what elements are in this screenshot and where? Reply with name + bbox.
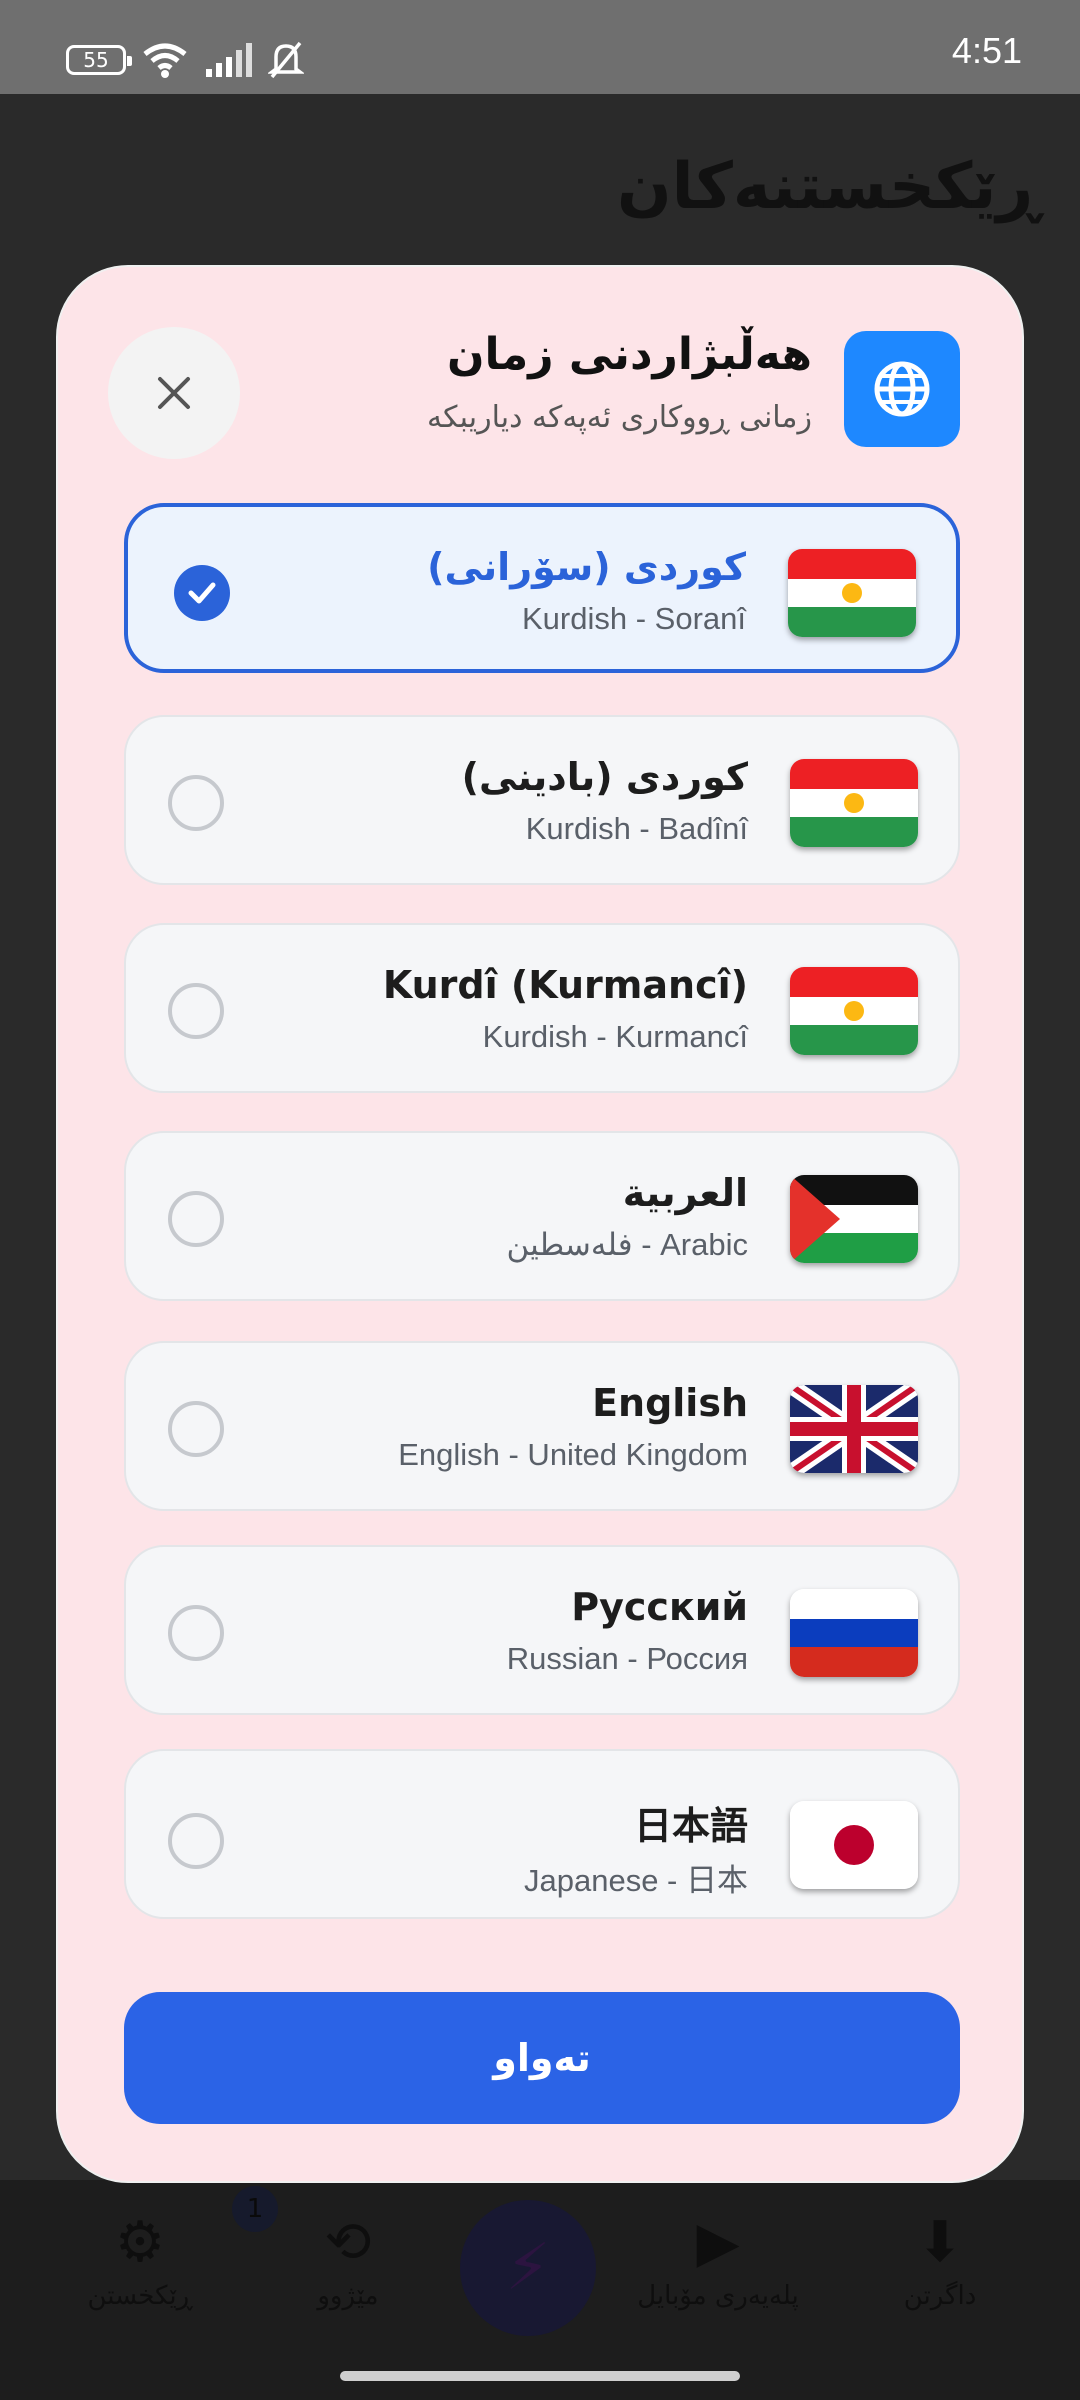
nav-item-history[interactable]: ⟲ مێژوو xyxy=(258,2210,438,2311)
radio-button[interactable] xyxy=(168,983,224,1039)
nav-history-label: مێژوو xyxy=(317,2281,379,2311)
status-icons: 55 xyxy=(66,36,304,84)
gear-icon: ⚙ xyxy=(114,2210,166,2275)
radio-button[interactable] xyxy=(168,775,224,831)
dialog-subtitle: زمانی ڕووکاری ئەپەکە دیاریبکە xyxy=(427,400,812,435)
wifi-icon xyxy=(143,43,187,78)
kurdistan-flag-icon xyxy=(788,549,916,637)
home-indicator[interactable] xyxy=(340,2371,740,2381)
status-bar: 55 4:51 xyxy=(0,0,1080,94)
palestine-flag-icon xyxy=(790,1175,918,1263)
japan-flag-icon xyxy=(790,1801,918,1889)
dialog-title: هەڵبژاردنی زمان xyxy=(446,329,812,380)
language-subtitle: فلەسطین - Arabic xyxy=(506,1227,748,1262)
language-option-sorani[interactable]: كوردی (سۆرانی) Kurdish - Soranî xyxy=(124,503,960,673)
close-button[interactable] xyxy=(108,327,240,459)
battery-icon: 55 xyxy=(66,45,132,75)
status-time: 4:51 xyxy=(951,30,1022,71)
selected-check-icon xyxy=(174,565,230,621)
nav-settings-label: ڕێکخستن xyxy=(87,2281,193,2311)
language-name: 日本語 xyxy=(633,1804,748,1848)
close-icon xyxy=(158,377,190,409)
globe-icon xyxy=(874,361,930,417)
uk-flag-icon xyxy=(790,1385,918,1473)
nav-playlist-label: پلەیەری مۆبایل xyxy=(637,2281,799,2311)
language-subtitle: Japanese - 日本 xyxy=(524,1863,748,1898)
nav-center-bolt-button[interactable]: ⚡ xyxy=(460,2200,596,2336)
globe-badge xyxy=(844,331,960,447)
language-subtitle: Russian - Россия xyxy=(506,1641,748,1676)
download-icon: ⬇ xyxy=(916,2210,964,2275)
radio-button[interactable] xyxy=(168,1191,224,1247)
kurdistan-flag-icon xyxy=(790,759,918,847)
language-option-japanese[interactable]: 日本語 Japanese - 日本 xyxy=(124,1749,960,1919)
russia-flag-icon xyxy=(790,1589,918,1677)
radio-button[interactable] xyxy=(168,1813,224,1869)
playlist-icon: ▶ xyxy=(696,2210,740,2275)
nav-item-playlist[interactable]: ▶ پلەیەری مۆبایل xyxy=(628,2210,808,2311)
language-name: Русский xyxy=(571,1585,748,1629)
language-name: English xyxy=(592,1381,748,1425)
radio-button[interactable] xyxy=(168,1605,224,1661)
language-dialog: هەڵبژاردنی زمان زمانی ڕووکاری ئەپەکە دیا… xyxy=(56,265,1024,2183)
language-name: العربية xyxy=(622,1171,748,1215)
language-list[interactable]: كوردی (سۆرانی) Kurdish - Soranî كوردی (ب… xyxy=(124,503,960,1931)
language-name: كوردی (سۆرانی) xyxy=(427,545,746,589)
language-subtitle: English - United Kingdom xyxy=(398,1437,748,1472)
language-name: كوردی (بادینی) xyxy=(461,755,748,799)
nav-download-label: داگرتن xyxy=(903,2281,977,2311)
nav-item-settings[interactable]: ⚙ ڕێکخستن xyxy=(50,2210,230,2311)
done-button[interactable]: تەواو xyxy=(124,1992,960,2124)
kurdistan-flag-icon xyxy=(790,967,918,1055)
radio-button[interactable] xyxy=(168,1401,224,1457)
language-name: Kurdî (Kurmancî) xyxy=(382,963,748,1007)
battery-level: 55 xyxy=(83,48,109,72)
language-subtitle: Kurdish - Soranî xyxy=(522,601,746,636)
signal-icon xyxy=(206,43,252,77)
language-option-kurmanci[interactable]: Kurdî (Kurmancî) Kurdish - Kurmancî xyxy=(124,923,960,1093)
language-option-russian[interactable]: Русский Russian - Россия xyxy=(124,1545,960,1715)
language-option-arabic[interactable]: العربية فلەسطین - Arabic xyxy=(124,1131,960,1301)
language-subtitle: Kurdish - Kurmancî xyxy=(482,1019,748,1054)
nav-item-download[interactable]: ⬇ داگرتن xyxy=(850,2210,1030,2311)
muted-bell-icon xyxy=(268,41,304,79)
bolt-icon: ⚡ xyxy=(505,2231,551,2305)
language-subtitle: Kurdish - Badînî xyxy=(525,811,748,846)
language-option-badini[interactable]: كوردی (بادینی) Kurdish - Badînî xyxy=(124,715,960,885)
language-option-english[interactable]: English English - United Kingdom xyxy=(124,1341,960,1511)
page-title: ڕێکخستنەکان xyxy=(616,150,1040,224)
history-icon: ⟲ xyxy=(324,2210,372,2275)
